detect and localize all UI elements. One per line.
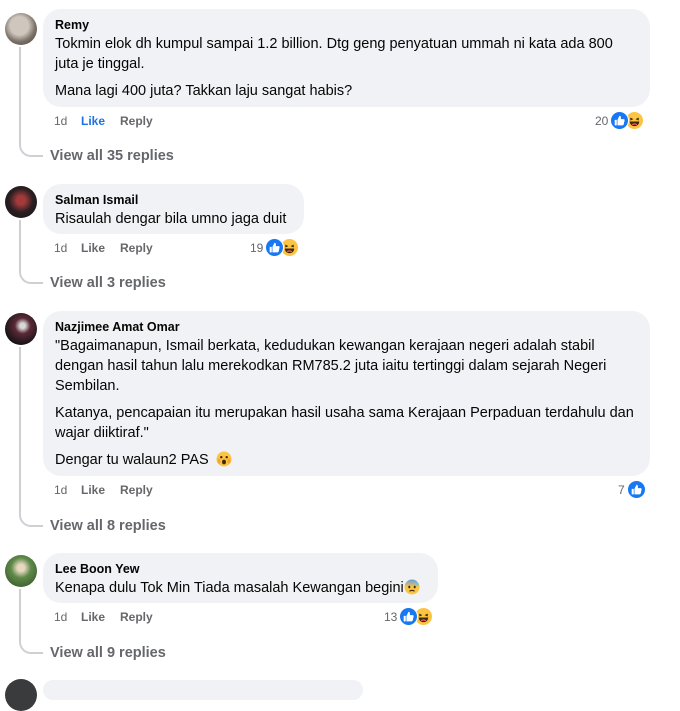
comment-bubble — [43, 680, 363, 700]
comment-paragraph-text: Kenapa dulu Tok Min Tiada masalah Kewang… — [55, 580, 404, 596]
thread-line — [19, 220, 21, 272]
reaction-summary[interactable]: 7 — [618, 480, 646, 499]
comment-bubble: Nazjimee Amat Omar "Bagaimanapun, Ismail… — [43, 311, 650, 476]
thread-line — [19, 589, 21, 642]
like-button[interactable]: Like — [81, 241, 120, 255]
thumbs-up-icon — [626, 480, 646, 499]
reaction-summary[interactable]: 19 — [250, 238, 300, 257]
comment-text: "Bagaimanapun, Ismail berkata, kedudukan… — [55, 336, 638, 473]
comment-paragraph-text: Dengar tu walaun2 PAS — [55, 452, 209, 468]
view-replies-link[interactable]: View all 35 replies — [50, 148, 174, 164]
avatar[interactable] — [5, 679, 37, 711]
reply-button[interactable]: Reply — [120, 483, 153, 497]
comment-paragraph: Dengar tu walaun2 PAS — [55, 450, 638, 473]
anxious-sweat-face-emoji — [404, 579, 420, 601]
thread-connector — [19, 145, 43, 157]
reply-button[interactable]: Reply — [120, 241, 153, 255]
comment-paragraph: Kenapa dulu Tok Min Tiada masalah Kewang… — [55, 578, 426, 601]
comment-paragraph: Risaulah dengar bila umno jaga duit — [55, 211, 287, 227]
comment-author[interactable]: Nazjimee Amat Omar — [55, 319, 638, 335]
avatar[interactable] — [5, 13, 37, 45]
reaction-count: 19 — [250, 240, 264, 255]
reply-button[interactable]: Reply — [120, 114, 153, 128]
comment-text: Risaulah dengar bila umno jaga duit — [55, 209, 292, 229]
comment-author[interactable]: Remy — [55, 17, 638, 33]
thread-connector — [19, 515, 43, 527]
comment-timestamp[interactable]: 1d — [54, 483, 81, 497]
comment-bubble: Lee Boon Yew Kenapa dulu Tok Min Tiada m… — [43, 553, 438, 603]
comment-text: Tokmin elok dh kumpul sampai 1.2 billion… — [55, 34, 638, 101]
like-button[interactable]: Like — [81, 610, 120, 624]
like-button[interactable]: Like — [81, 114, 120, 128]
view-replies-link[interactable]: View all 3 replies — [50, 275, 166, 291]
reaction-count: 7 — [618, 482, 625, 497]
comment-paragraph: Mana lagi 400 juta? Takkan laju sangat h… — [55, 83, 353, 99]
like-button[interactable]: Like — [81, 483, 120, 497]
thread-connector — [19, 642, 43, 654]
shocked-face-emoji — [216, 451, 232, 473]
view-replies-link[interactable]: View all 8 replies — [50, 518, 166, 534]
avatar[interactable] — [5, 186, 37, 218]
reaction-summary[interactable]: 20 — [595, 111, 645, 130]
comment-paragraph: "Bagaimanapun, Ismail berkata, kedudukan… — [55, 338, 607, 394]
comment-actions: 1d Like Reply — [54, 241, 153, 255]
comment-author[interactable]: Salman Ismail — [55, 192, 292, 208]
reaction-summary[interactable]: 13 — [384, 607, 434, 626]
thread-connector — [19, 272, 43, 284]
comment-timestamp[interactable]: 1d — [54, 610, 81, 624]
thread-line — [19, 347, 21, 515]
reply-button[interactable]: Reply — [120, 610, 153, 624]
comment-timestamp[interactable]: 1d — [54, 114, 81, 128]
comment-author[interactable]: Lee Boon Yew — [55, 561, 426, 577]
reaction-count: 20 — [595, 113, 609, 128]
view-replies-link[interactable]: View all 9 replies — [50, 645, 166, 661]
thread-line — [19, 47, 21, 145]
reaction-count: 13 — [384, 609, 398, 624]
comment-paragraph: Katanya, pencapaian itu merupakan hasil … — [55, 405, 634, 441]
comment-text: Kenapa dulu Tok Min Tiada masalah Kewang… — [55, 578, 426, 601]
comment-paragraph: Tokmin elok dh kumpul sampai 1.2 billion… — [55, 36, 613, 72]
comment-bubble: Salman Ismail Risaulah dengar bila umno … — [43, 184, 304, 234]
comment-actions: 1d Like Reply — [54, 483, 153, 497]
comment-bubble: Remy Tokmin elok dh kumpul sampai 1.2 bi… — [43, 9, 650, 107]
comment-actions: 1d Like Reply — [54, 610, 153, 624]
comment-actions: 1d Like Reply — [54, 114, 153, 128]
avatar[interactable] — [5, 555, 37, 587]
comment-timestamp[interactable]: 1d — [54, 241, 81, 255]
avatar[interactable] — [5, 313, 37, 345]
